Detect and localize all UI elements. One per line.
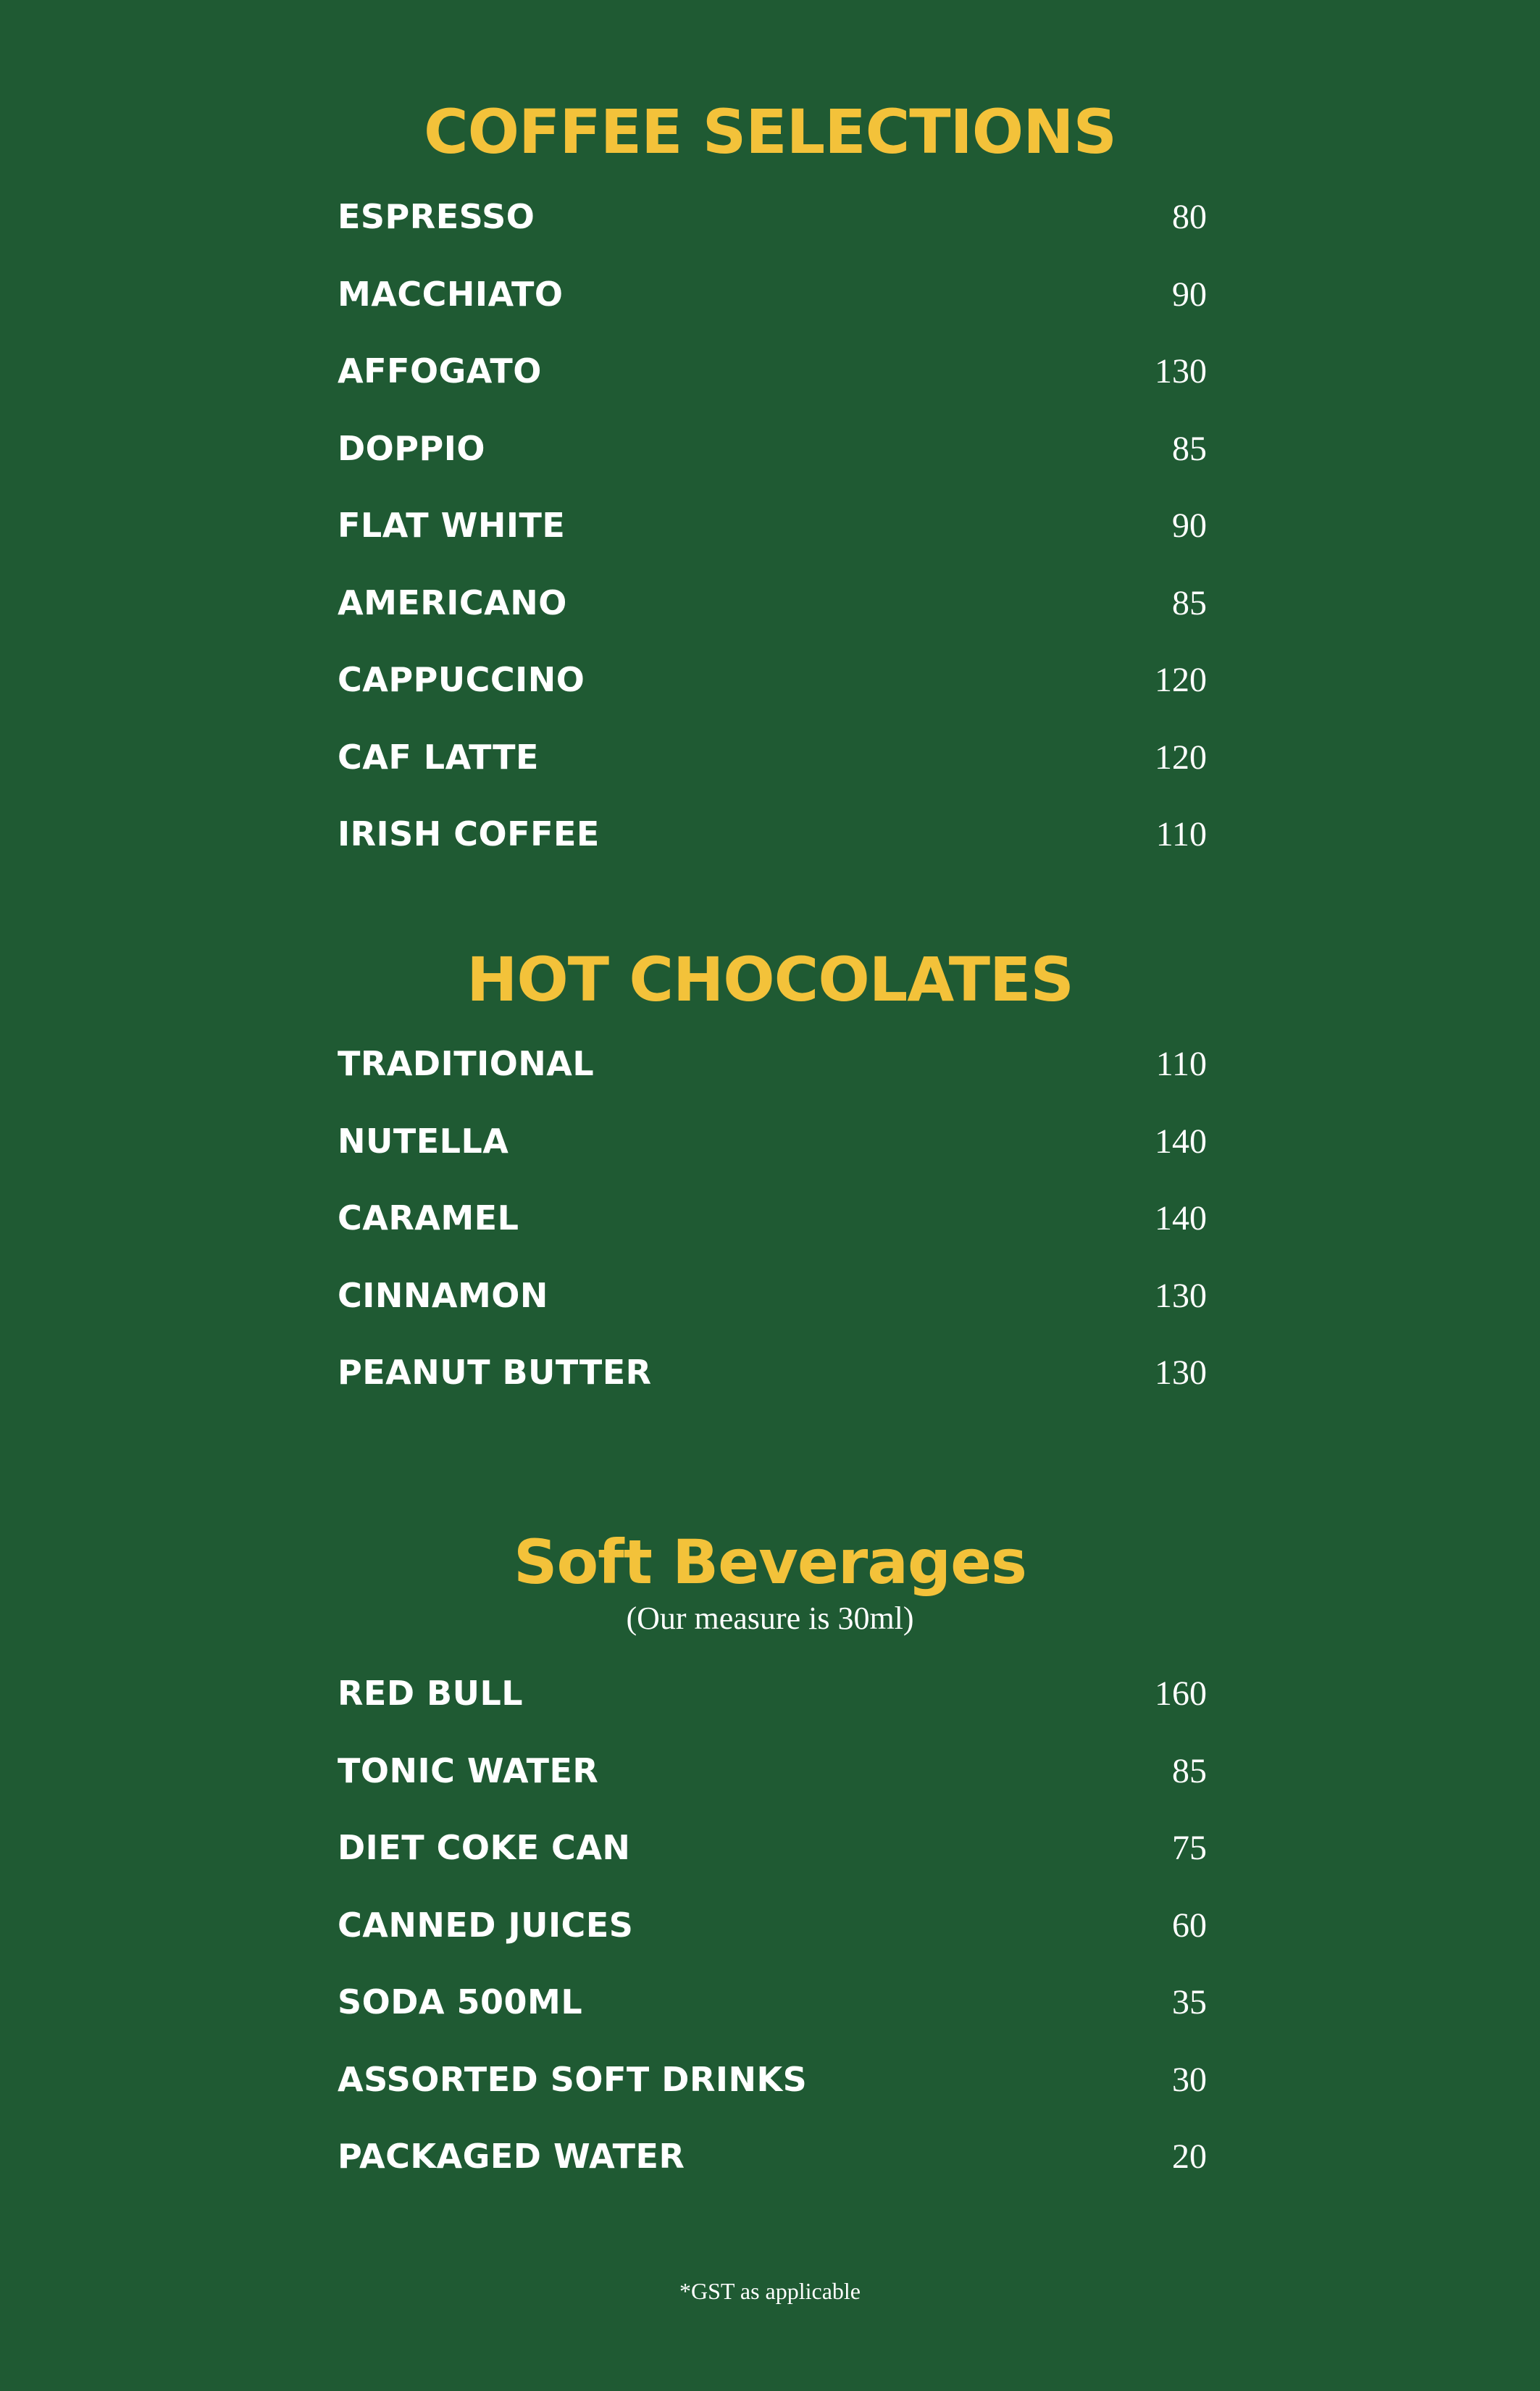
menu-item: DOPPIO 85 [338,428,1207,509]
item-name: IRISH COFFEE [338,814,600,854]
item-name: AFFOGATO [338,351,542,391]
gst-footnote: *GST as applicable [679,2278,861,2304]
item-price: 85 [1172,429,1207,468]
item-price: 160 [1155,1674,1207,1713]
menu-item: TONIC WATER 85 [338,1751,1207,1832]
menu-item: AMERICANO 85 [338,583,1207,664]
item-name: FLAT WHITE [338,506,566,545]
menu-item: CAF LATTE 120 [338,740,1207,818]
item-price: 130 [1155,352,1207,391]
menu-item: AFFOGATO 130 [338,354,1207,432]
item-price: 35 [1172,1983,1207,2021]
menu-item: TRADITIONAL 110 [338,1047,1207,1124]
item-price: 120 [1155,738,1207,777]
item-price: 20 [1172,2137,1207,2176]
item-name: PEANUT BUTTER [338,1353,652,1392]
soft-beverages-list: RED BULL 160 TONIC WATER 85 DIET COKE CAN 7… [338,1677,1207,2217]
menu-item: DIET COKE CAN 75 [338,1831,1207,1908]
item-name: AMERICANO [338,583,567,622]
hot-chocolates-title: HOT CHOCOLATES [466,944,1074,1015]
menu-item: CARAMEL 140 [338,1201,1207,1279]
item-name: DIET COKE CAN [338,1828,631,1867]
menu-item: MACCHIATO 90 [338,274,1207,355]
coffee-selections-list: ESPRESSO 80 MACCHIATO 90 AFFOGATO 130 DOPPI… [338,200,1207,895]
item-name: CANNED JUICES [338,1905,634,1945]
item-name: TRADITIONAL [338,1044,595,1083]
item-name: PACKAGED WATER [338,2137,685,2176]
item-name: TONIC WATER [338,1751,599,1790]
item-price: 80 [1172,198,1207,236]
item-price: 130 [1155,1276,1207,1315]
item-price: 130 [1155,1353,1207,1392]
coffee-selections-title: COFFEE SELECTIONS [423,96,1117,167]
item-name: DOPPIO [338,428,485,468]
soft-beverages-title: Soft Beverages [513,1527,1027,1598]
item-name: CINNAMON [338,1275,548,1315]
menu-item: NUTELLA 140 [338,1124,1207,1202]
item-price: 30 [1172,2060,1207,2099]
menu-item: RED BULL 160 [338,1677,1207,1754]
item-name: MACCHIATO [338,274,564,314]
item-name: ESPRESSO [338,197,535,236]
menu-item: CAPPUCCINO 120 [338,663,1207,740]
menu-item: CANNED JUICES 60 [338,1908,1207,1986]
menu-item: ESPRESSO 80 [338,200,1207,278]
item-price: 140 [1155,1122,1207,1161]
item-price: 90 [1172,506,1207,545]
item-price: 90 [1172,275,1207,314]
item-name: NUTELLA [338,1121,509,1161]
item-price: 75 [1172,1829,1207,1867]
item-price: 85 [1172,1751,1207,1790]
item-price: 120 [1155,661,1207,699]
item-price: 110 [1155,815,1207,854]
item-name: RED BULL [338,1674,524,1713]
soft-beverages-subtitle: (Our measure is 30ml) [626,1601,914,1636]
item-name: ASSORTED SOFT DRINKS [338,2059,808,2099]
item-name: CAF LATTE [338,737,539,777]
item-price: 85 [1172,583,1207,622]
item-price: 110 [1155,1045,1207,1083]
item-price: 60 [1172,1906,1207,1945]
menu-item: FLAT WHITE 90 [338,509,1207,586]
item-price: 140 [1155,1199,1207,1238]
menu-item: PEANUT BUTTER 130 [338,1356,1207,1433]
item-name: SODA 500ML [338,1982,583,2021]
item-name: CAPPUCCINO [338,660,585,699]
menu-item: PACKAGED WATER 20 [338,2140,1207,2217]
menu-page: COFFEE SELECTIONS ESPRESSO 80 MACCHIATO 90… [0,0,1540,2391]
menu-item: ASSORTED SOFT DRINKS 30 [338,2059,1207,2140]
hot-chocolates-list: TRADITIONAL 110 NUTELLA 140 CARAMEL 140 CIN… [338,1047,1207,1433]
menu-item: IRISH COFFEE 110 [338,817,1207,895]
item-name: CARAMEL [338,1198,519,1238]
menu-item: CINNAMON 130 [338,1275,1207,1356]
menu-item: SODA 500ML 35 [338,1985,1207,2063]
